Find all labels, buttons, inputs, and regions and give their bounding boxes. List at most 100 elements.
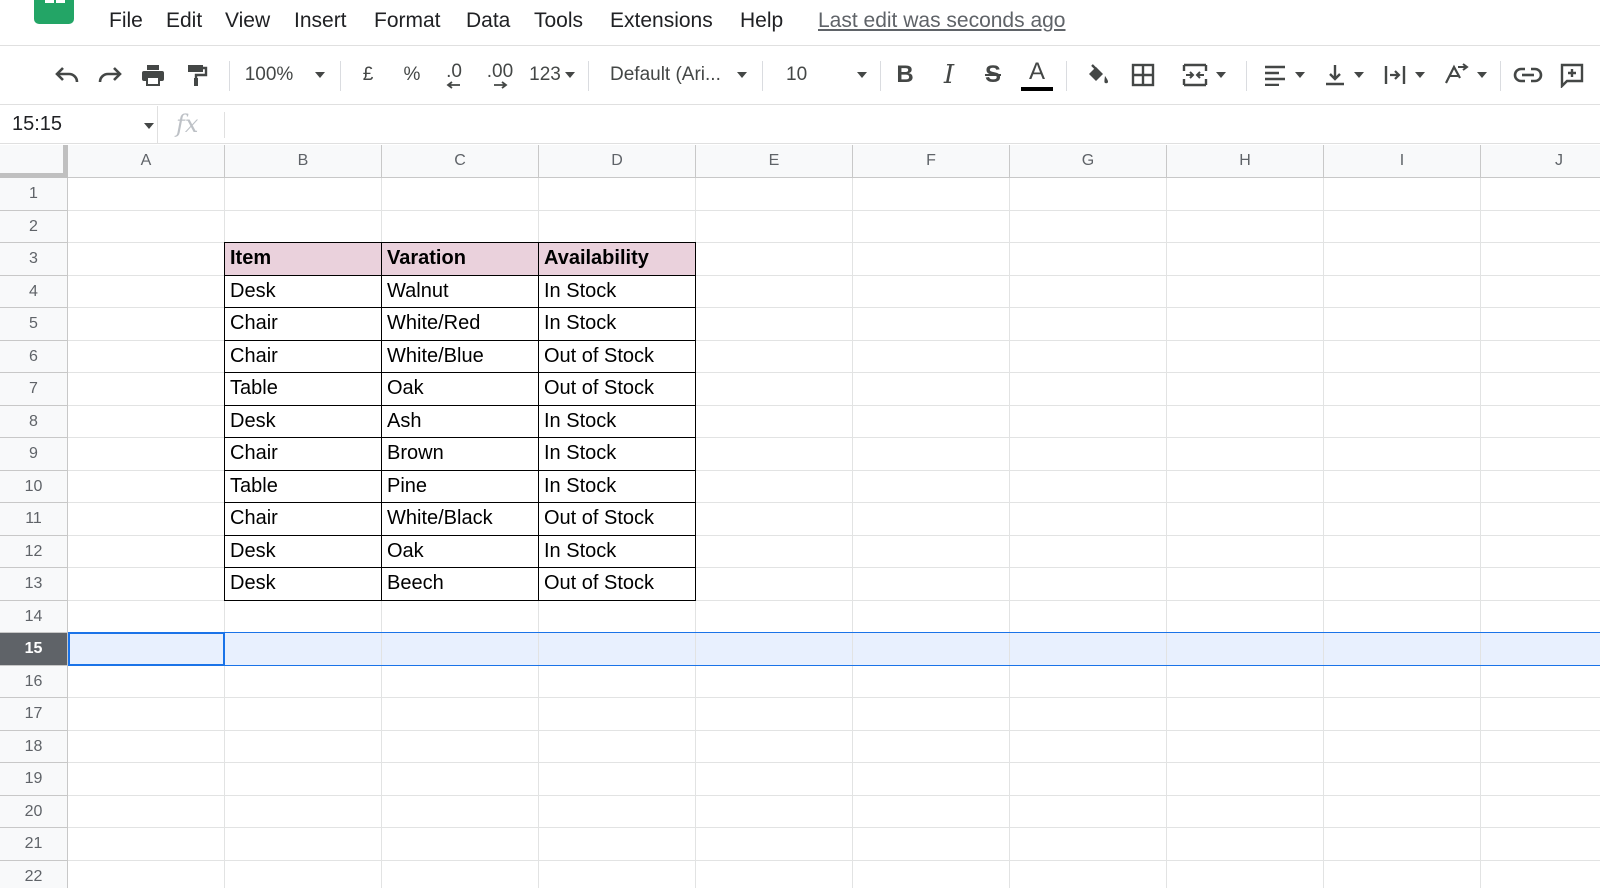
grid-cell[interactable] (539, 178, 696, 211)
grid-cell[interactable] (1010, 373, 1167, 406)
grid-cell[interactable] (1324, 666, 1481, 698)
column-header-c[interactable]: C (382, 145, 539, 178)
row-header-12[interactable]: 12 (0, 536, 68, 568)
column-header-g[interactable]: G (1010, 145, 1167, 178)
merge-cells-button[interactable] (1172, 57, 1236, 93)
vertical-align-button[interactable] (1318, 57, 1370, 93)
table-cell[interactable]: Ash (382, 406, 539, 438)
decrease-decimal-button[interactable]: .0 (436, 57, 472, 93)
grid-cell[interactable] (696, 406, 853, 438)
grid-cell[interactable] (1481, 341, 1600, 373)
menu-edit[interactable]: Edit (166, 9, 202, 33)
row-header-9[interactable]: 9 (0, 438, 68, 471)
grid-cell[interactable] (1324, 601, 1481, 633)
insert-comment-icon[interactable] (1554, 57, 1590, 93)
grid-cell[interactable] (1324, 373, 1481, 406)
grid-cell[interactable] (1167, 601, 1324, 633)
grid-cell[interactable] (1324, 276, 1481, 308)
grid-cell[interactable] (853, 666, 1010, 698)
grid-cell[interactable] (1167, 796, 1324, 828)
more-formats-button[interactable]: 123 (524, 57, 580, 93)
table-cell[interactable]: Oak (382, 373, 539, 406)
menu-extensions[interactable]: Extensions (610, 9, 713, 33)
grid-cell[interactable] (853, 568, 1010, 601)
grid-cell[interactable] (68, 373, 225, 406)
grid-cell[interactable] (853, 536, 1010, 568)
grid-cell[interactable] (1481, 666, 1600, 698)
grid-cell[interactable] (1481, 178, 1600, 211)
grid-cell[interactable] (68, 568, 225, 601)
grid-cell[interactable] (1010, 308, 1167, 341)
grid-cell[interactable] (696, 503, 853, 536)
row-header-6[interactable]: 6 (0, 341, 68, 373)
table-cell[interactable]: In Stock (539, 471, 696, 503)
grid-cell[interactable] (1481, 308, 1600, 341)
grid-cell[interactable] (225, 178, 382, 211)
grid-cell[interactable] (853, 438, 1010, 471)
grid-cell[interactable] (1167, 568, 1324, 601)
grid-cell[interactable] (853, 796, 1010, 828)
grid-cell[interactable] (68, 503, 225, 536)
borders-icon[interactable] (1126, 57, 1160, 93)
grid-cell[interactable] (68, 763, 225, 796)
grid-cell[interactable] (68, 633, 225, 666)
text-wrapping-button[interactable] (1378, 57, 1430, 93)
grid-cell[interactable] (1167, 666, 1324, 698)
grid-cell[interactable] (1324, 243, 1481, 276)
grid-cell[interactable] (1324, 308, 1481, 341)
table-cell[interactable]: Oak (382, 536, 539, 568)
grid-cell[interactable] (225, 763, 382, 796)
menu-data[interactable]: Data (466, 9, 510, 33)
grid-cell[interactable] (853, 731, 1010, 763)
grid-cell[interactable] (1324, 471, 1481, 503)
grid-cell[interactable] (1481, 406, 1600, 438)
table-cell[interactable]: Table (225, 373, 382, 406)
table-cell[interactable]: Brown (382, 438, 539, 471)
grid-cell[interactable] (1324, 406, 1481, 438)
grid-cell[interactable] (1167, 178, 1324, 211)
table-header-cell[interactable]: Varation (382, 243, 539, 276)
row-header-5[interactable]: 5 (0, 308, 68, 341)
grid-cell[interactable] (1167, 633, 1324, 666)
row-header-20[interactable]: 20 (0, 796, 68, 828)
grid-cell[interactable] (1167, 276, 1324, 308)
grid-cell[interactable] (696, 341, 853, 373)
grid-cell[interactable] (1010, 828, 1167, 861)
grid-cell[interactable] (1010, 698, 1167, 731)
grid-cell[interactable] (1167, 438, 1324, 471)
grid-cell[interactable] (1324, 731, 1481, 763)
grid-cell[interactable] (68, 308, 225, 341)
grid-cell[interactable] (1010, 406, 1167, 438)
grid-cell[interactable] (382, 698, 539, 731)
grid-cell[interactable] (696, 666, 853, 698)
grid-cell[interactable] (1481, 601, 1600, 633)
text-color-button[interactable]: A (1020, 57, 1054, 93)
column-header-a[interactable]: A (68, 145, 225, 178)
row-header-3[interactable]: 3 (0, 243, 68, 276)
grid-cell[interactable] (1324, 828, 1481, 861)
table-cell[interactable]: Out of Stock (539, 503, 696, 536)
grid-cell[interactable] (382, 601, 539, 633)
table-cell[interactable]: In Stock (539, 536, 696, 568)
row-header-7[interactable]: 7 (0, 373, 68, 406)
grid-cell[interactable] (1324, 698, 1481, 731)
grid-cell[interactable] (382, 731, 539, 763)
grid-cell[interactable] (1167, 406, 1324, 438)
column-header-h[interactable]: H (1167, 145, 1324, 178)
column-header-e[interactable]: E (696, 145, 853, 178)
grid-cell[interactable] (1481, 763, 1600, 796)
row-header-10[interactable]: 10 (0, 471, 68, 503)
grid-cell[interactable] (853, 861, 1010, 888)
grid-cell[interactable] (225, 633, 382, 666)
grid-cell[interactable] (1167, 341, 1324, 373)
grid-cell[interactable] (539, 698, 696, 731)
paint-format-icon[interactable] (180, 57, 214, 93)
table-cell[interactable]: Out of Stock (539, 373, 696, 406)
table-cell[interactable]: Pine (382, 471, 539, 503)
grid-cell[interactable] (696, 438, 853, 471)
row-header-11[interactable]: 11 (0, 503, 68, 536)
horizontal-align-button[interactable] (1258, 57, 1310, 93)
grid-cell[interactable] (696, 178, 853, 211)
menu-view[interactable]: View (225, 9, 270, 33)
grid-cell[interactable] (382, 178, 539, 211)
